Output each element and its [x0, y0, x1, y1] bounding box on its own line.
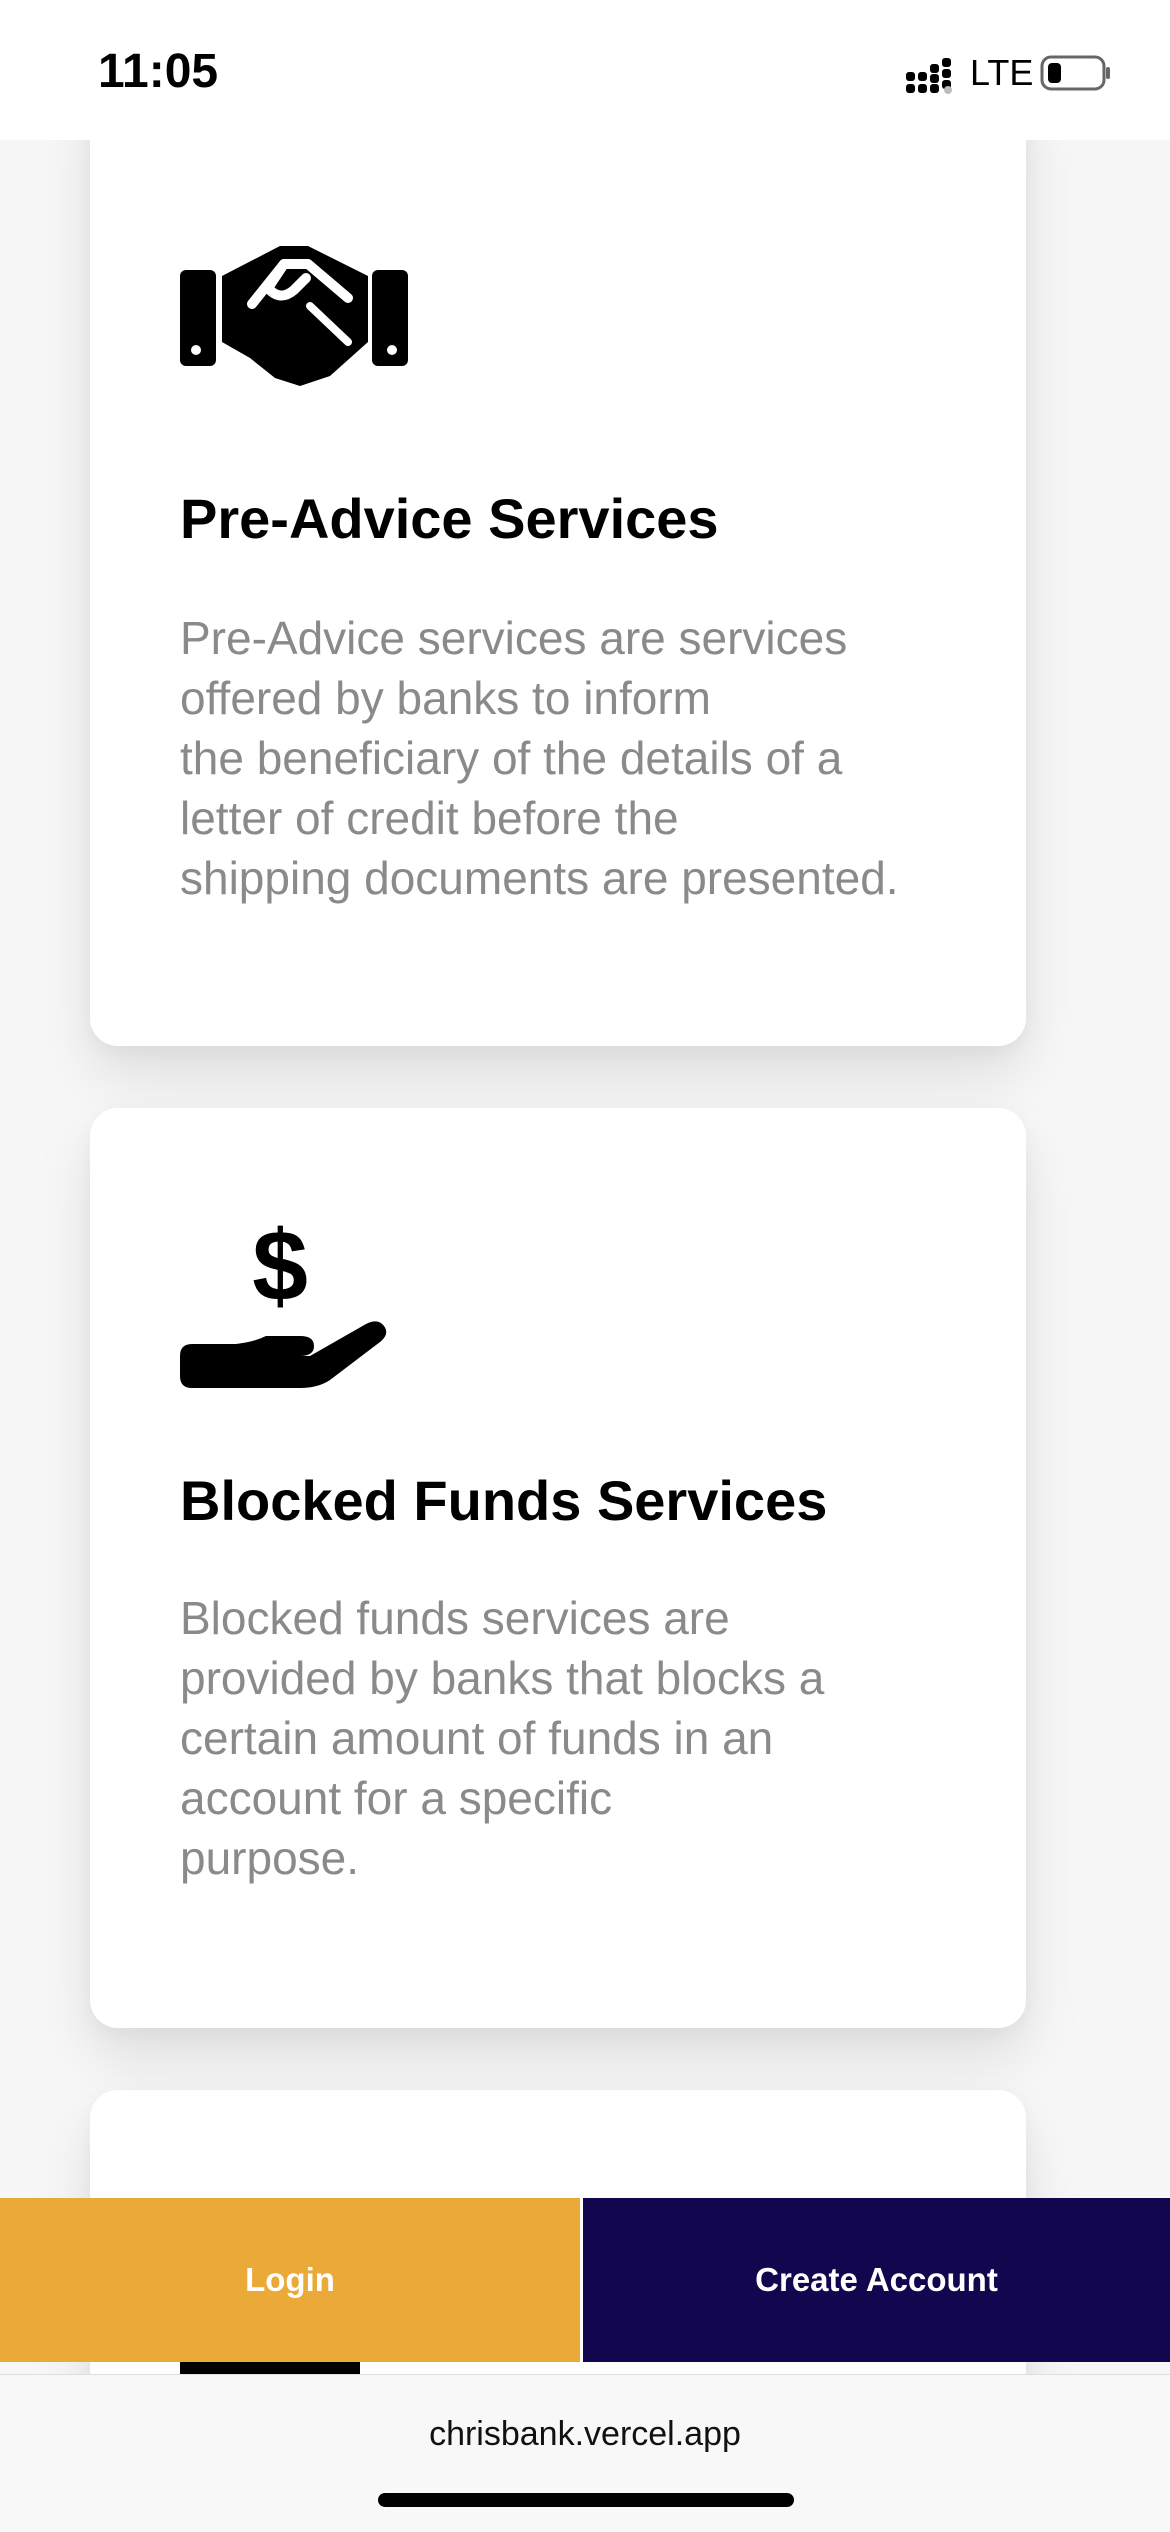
- network-type: LTE: [970, 52, 1034, 93]
- auth-action-bar: Login Create Account: [0, 2198, 1170, 2362]
- service-description: Blocked funds services are provided by b…: [180, 1592, 825, 1884]
- status-time: 11:05: [98, 45, 219, 98]
- url-text[interactable]: chrisbank.vercel.app: [0, 2415, 1170, 2454]
- signal-strength-icon: [906, 58, 952, 94]
- hand-dollar-icon: $: [180, 1210, 387, 1388]
- service-card-pre-advice: Pre-Advice Services Pre-Advice services …: [90, 70, 1026, 1046]
- service-card-blocked-funds: $ Blocked Funds Services Blocked funds s…: [90, 1108, 1026, 2028]
- service-title: Blocked Funds Services: [180, 1469, 828, 1532]
- browser-address-bar[interactable]: chrisbank.vercel.app: [0, 2374, 1170, 2532]
- status-bar: 11:05 LTE: [0, 0, 1170, 140]
- page-content: Pre-Advice Services Pre-Advice services …: [0, 0, 1170, 2532]
- create-account-button[interactable]: Create Account: [583, 2198, 1170, 2362]
- service-description: Pre-Advice services are services offered…: [180, 612, 899, 904]
- screen: 11:05 LTE Pre-Advice Services Pre-Advice…: [0, 0, 1170, 2532]
- home-indicator[interactable]: [378, 2493, 794, 2507]
- login-button[interactable]: Login: [0, 2198, 580, 2362]
- handshake-icon: [180, 246, 408, 386]
- service-title: Pre-Advice Services: [180, 487, 719, 550]
- battery-icon: [1040, 55, 1110, 91]
- svg-text:$: $: [252, 1210, 308, 1322]
